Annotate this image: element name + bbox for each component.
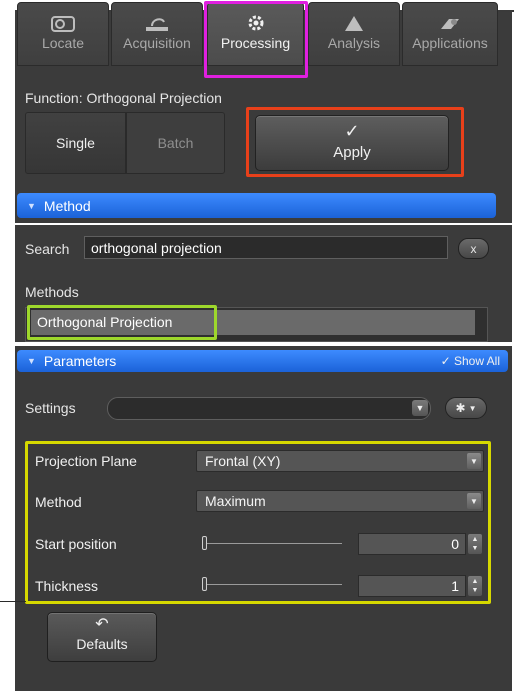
function-label: Function:	[25, 90, 83, 106]
tab-label: Acquisition	[123, 35, 191, 51]
settings-dropdown[interactable]	[107, 397, 431, 420]
function-value: Orthogonal Projection	[86, 90, 222, 106]
gear-icon: ✱	[455, 401, 466, 415]
applications-icon	[441, 19, 459, 29]
clear-search-button[interactable]: x	[458, 238, 489, 259]
methods-label: Methods	[25, 284, 79, 300]
tab-locate[interactable]: Locate	[17, 2, 109, 66]
parameters-section-header[interactable]: ▼ Parameters ✓ Show All	[17, 350, 508, 372]
highlight-apply-button	[246, 107, 464, 177]
highlight-parameters	[25, 441, 491, 604]
analysis-icon	[345, 16, 363, 31]
method-section-title: Method	[43, 197, 91, 214]
function-line: Function: Orthogonal Projection	[25, 90, 222, 106]
tab-acquisition[interactable]: Acquisition	[111, 2, 203, 66]
chevron-down-icon[interactable]: ▼	[412, 400, 428, 416]
highlight-method-item	[27, 305, 217, 340]
tab-applications[interactable]: Applications	[402, 2, 498, 66]
callout-line	[0, 601, 26, 602]
tab-label: Analysis	[327, 35, 381, 51]
parameters-title: Parameters	[43, 353, 117, 369]
tab-label: Locate	[41, 35, 85, 51]
chevron-down-icon: ▼	[468, 403, 477, 413]
settings-label: Settings	[25, 400, 76, 416]
tab-label: Applications	[412, 35, 488, 51]
defaults-button[interactable]: ↶ Defaults	[47, 612, 157, 662]
show-all-toggle[interactable]: ✓ Show All	[441, 354, 500, 368]
collapse-triangle-icon: ▼	[27, 200, 36, 211]
acquisition-icon	[146, 18, 168, 31]
collapse-triangle-icon: ▼	[27, 356, 36, 366]
method-section-header[interactable]: ▼ Method	[17, 193, 496, 218]
highlight-processing-tab	[204, 1, 308, 78]
single-mode-button[interactable]: Single	[25, 112, 126, 174]
locate-icon	[51, 16, 75, 32]
show-all-label: Show All	[453, 354, 500, 368]
search-input[interactable]	[84, 236, 448, 259]
reset-icon: ↶	[95, 616, 109, 633]
batch-mode-button[interactable]: Batch	[126, 112, 225, 174]
defaults-label: Defaults	[76, 636, 128, 652]
search-label: Search	[25, 241, 70, 257]
tab-analysis[interactable]: Analysis	[308, 2, 400, 66]
settings-gear-button[interactable]: ✱ ▼	[445, 397, 487, 419]
